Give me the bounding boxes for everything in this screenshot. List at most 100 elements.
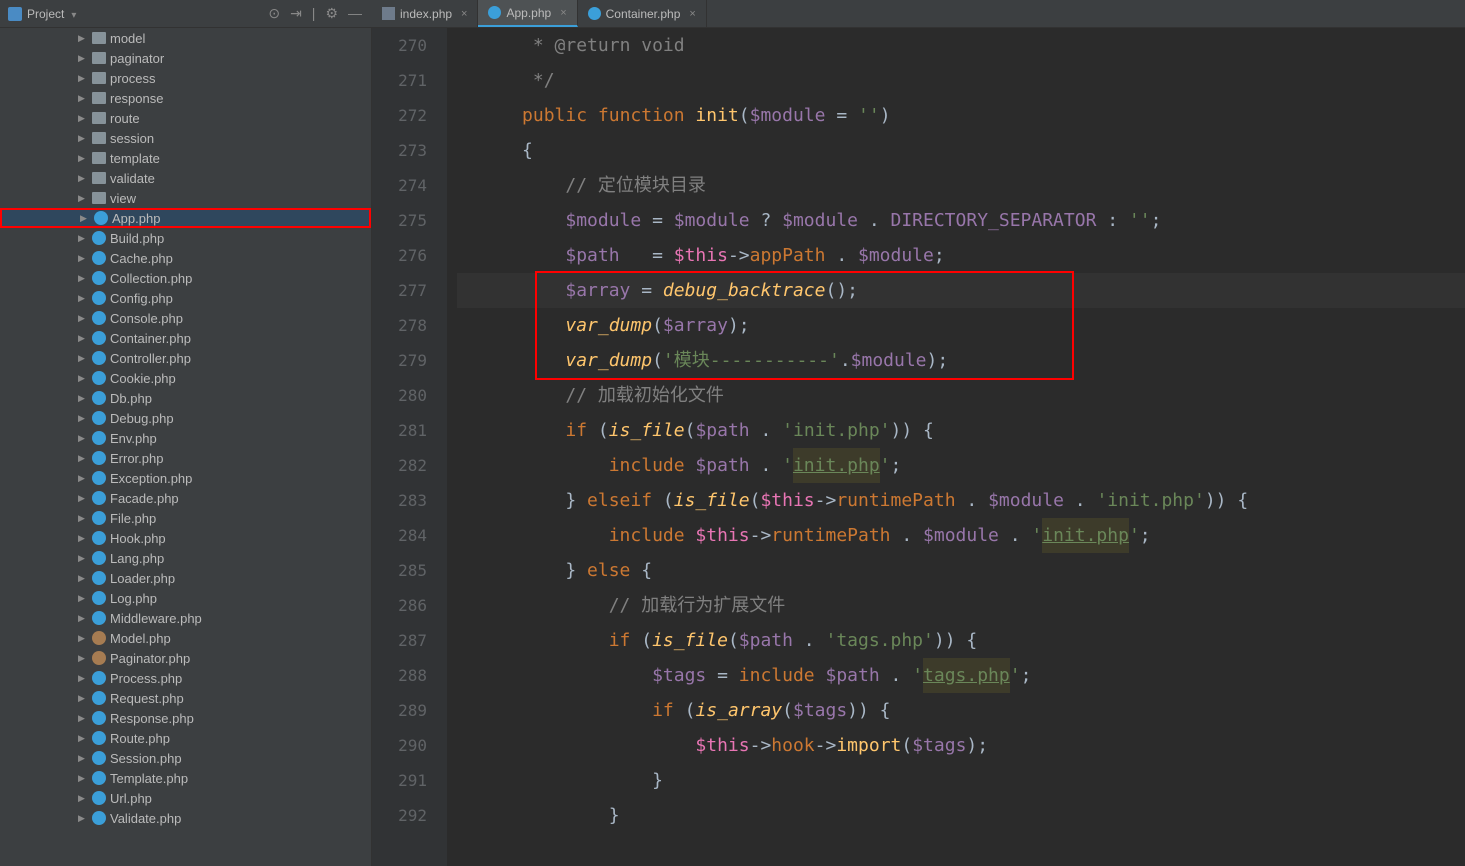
file-Process-php[interactable]: Process.php: [0, 668, 371, 688]
file-Db-php[interactable]: Db.php: [0, 388, 371, 408]
file-Route-php[interactable]: Route.php: [0, 728, 371, 748]
expand-arrow-icon[interactable]: [78, 753, 88, 764]
expand-arrow-icon[interactable]: [78, 253, 88, 264]
line-number[interactable]: 275: [372, 203, 427, 238]
code-line-273[interactable]: {: [457, 133, 1465, 168]
expand-arrow-icon[interactable]: [78, 133, 88, 144]
expand-arrow-icon[interactable]: [78, 353, 88, 364]
expand-arrow-icon[interactable]: [78, 293, 88, 304]
code-line-272[interactable]: public function init($module = ''): [457, 98, 1465, 133]
expand-arrow-icon[interactable]: [78, 453, 88, 464]
code-line-288[interactable]: $tags = include $path . 'tags.php';: [457, 658, 1465, 693]
code-line-278[interactable]: var_dump($array);: [457, 308, 1465, 343]
file-Session-php[interactable]: Session.php: [0, 748, 371, 768]
close-icon[interactable]: ×: [560, 7, 566, 19]
line-number[interactable]: 285: [372, 553, 427, 588]
folder-validate[interactable]: validate: [0, 168, 371, 188]
line-number[interactable]: 276: [372, 238, 427, 273]
file-Collection-php[interactable]: Collection.php: [0, 268, 371, 288]
file-Response-php[interactable]: Response.php: [0, 708, 371, 728]
line-number[interactable]: 281: [372, 413, 427, 448]
expand-arrow-icon[interactable]: [78, 573, 88, 584]
expand-arrow-icon[interactable]: [78, 73, 88, 84]
code-line-285[interactable]: } else {: [457, 553, 1465, 588]
file-Hook-php[interactable]: Hook.php: [0, 528, 371, 548]
expand-arrow-icon[interactable]: [78, 693, 88, 704]
code-line-270[interactable]: * @return void: [457, 28, 1465, 63]
code-line-275[interactable]: $module = $module ? $module . DIRECTORY_…: [457, 203, 1465, 238]
file-Cookie-php[interactable]: Cookie.php: [0, 368, 371, 388]
file-Env-php[interactable]: Env.php: [0, 428, 371, 448]
file-Debug-php[interactable]: Debug.php: [0, 408, 371, 428]
file-Config-php[interactable]: Config.php: [0, 288, 371, 308]
line-number[interactable]: 277: [372, 273, 427, 308]
line-number[interactable]: 287: [372, 623, 427, 658]
line-number[interactable]: 291: [372, 763, 427, 798]
tab-Container-php[interactable]: Container.php×: [578, 0, 707, 27]
code-line-282[interactable]: include $path . 'init.php';: [457, 448, 1465, 483]
line-gutter[interactable]: 2702712722732742752762772782792802812822…: [372, 28, 447, 866]
expand-arrow-icon[interactable]: [78, 93, 88, 104]
expand-arrow-icon[interactable]: [78, 773, 88, 784]
expand-arrow-icon[interactable]: [78, 413, 88, 424]
expand-arrow-icon[interactable]: [78, 33, 88, 44]
expand-arrow-icon[interactable]: [78, 493, 88, 504]
target-icon[interactable]: ⊙: [268, 5, 280, 22]
code-line-284[interactable]: include $this->runtimePath . $module . '…: [457, 518, 1465, 553]
project-dropdown[interactable]: Project: [0, 7, 84, 21]
expand-arrow-icon[interactable]: [78, 173, 88, 184]
line-number[interactable]: 292: [372, 798, 427, 833]
folder-paginator[interactable]: paginator: [0, 48, 371, 68]
line-number[interactable]: 280: [372, 378, 427, 413]
code-line-276[interactable]: $path = $this->appPath . $module;: [457, 238, 1465, 273]
code-line-281[interactable]: if (is_file($path . 'init.php')) {: [457, 413, 1465, 448]
file-Validate-php[interactable]: Validate.php: [0, 808, 371, 828]
expand-arrow-icon[interactable]: [78, 553, 88, 564]
expand-arrow-icon[interactable]: [78, 673, 88, 684]
code-line-289[interactable]: if (is_array($tags)) {: [457, 693, 1465, 728]
close-icon[interactable]: ×: [461, 8, 467, 20]
code-line-286[interactable]: // 加载行为扩展文件: [457, 588, 1465, 623]
expand-arrow-icon[interactable]: [78, 393, 88, 404]
file-Log-php[interactable]: Log.php: [0, 588, 371, 608]
folder-model[interactable]: model: [0, 28, 371, 48]
code-line-292[interactable]: }: [457, 798, 1465, 833]
line-number[interactable]: 274: [372, 168, 427, 203]
file-File-php[interactable]: File.php: [0, 508, 371, 528]
code-line-287[interactable]: if (is_file($path . 'tags.php')) {: [457, 623, 1465, 658]
gear-icon[interactable]: ⚙: [325, 5, 338, 22]
expand-arrow-icon[interactable]: [78, 633, 88, 644]
line-number[interactable]: 279: [372, 343, 427, 378]
file-Middleware-php[interactable]: Middleware.php: [0, 608, 371, 628]
line-number[interactable]: 278: [372, 308, 427, 343]
expand-arrow-icon[interactable]: [78, 333, 88, 344]
collapse-icon[interactable]: ⇥: [290, 5, 302, 22]
file-Controller-php[interactable]: Controller.php: [0, 348, 371, 368]
file-Exception-php[interactable]: Exception.php: [0, 468, 371, 488]
expand-arrow-icon[interactable]: [78, 433, 88, 444]
expand-arrow-icon[interactable]: [78, 313, 88, 324]
folder-process[interactable]: process: [0, 68, 371, 88]
line-number[interactable]: 282: [372, 448, 427, 483]
folder-response[interactable]: response: [0, 88, 371, 108]
expand-arrow-icon[interactable]: [80, 213, 90, 224]
expand-arrow-icon[interactable]: [78, 713, 88, 724]
file-Model-php[interactable]: Model.php: [0, 628, 371, 648]
expand-arrow-icon[interactable]: [78, 473, 88, 484]
line-number[interactable]: 271: [372, 63, 427, 98]
file-Error-php[interactable]: Error.php: [0, 448, 371, 468]
line-number[interactable]: 270: [372, 28, 427, 63]
file-Build-php[interactable]: Build.php: [0, 228, 371, 248]
file-Loader-php[interactable]: Loader.php: [0, 568, 371, 588]
line-number[interactable]: 283: [372, 483, 427, 518]
expand-arrow-icon[interactable]: [78, 793, 88, 804]
code-area[interactable]: * @return void */ public function init($…: [447, 28, 1465, 866]
expand-arrow-icon[interactable]: [78, 653, 88, 664]
expand-arrow-icon[interactable]: [78, 113, 88, 124]
tab-index-php[interactable]: index.php×: [372, 0, 478, 27]
file-Template-php[interactable]: Template.php: [0, 768, 371, 788]
line-number[interactable]: 289: [372, 693, 427, 728]
code-line-283[interactable]: } elseif (is_file($this->runtimePath . $…: [457, 483, 1465, 518]
project-sidebar[interactable]: modelpaginatorprocessresponseroutesessio…: [0, 28, 372, 866]
expand-arrow-icon[interactable]: [78, 233, 88, 244]
